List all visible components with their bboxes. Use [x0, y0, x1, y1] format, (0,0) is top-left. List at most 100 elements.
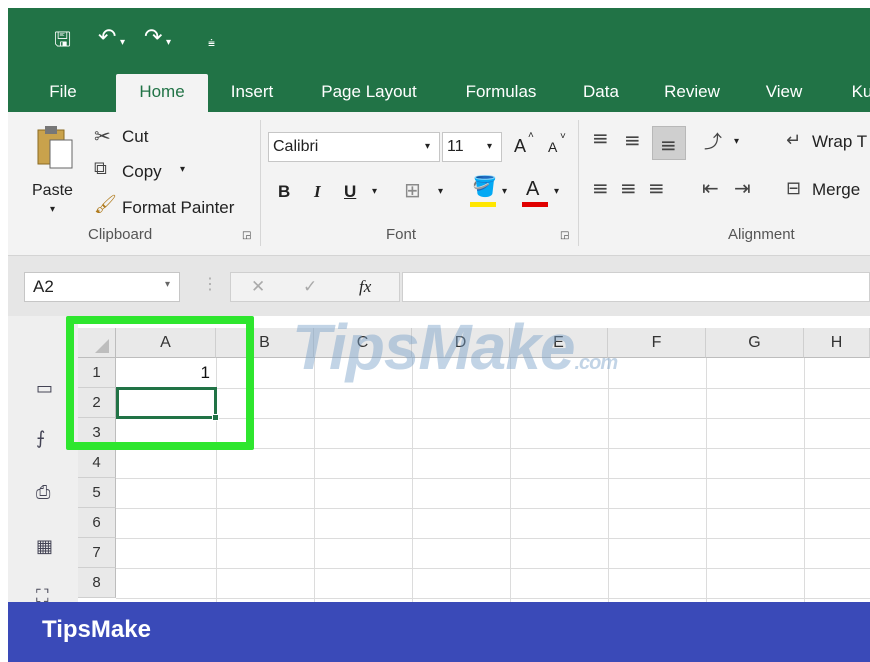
paste-dropdown-icon: ▾ [50, 204, 56, 215]
tab-page-layout[interactable]: Page Layout [308, 72, 430, 112]
font-name-combo[interactable]: Calibri ▾ [268, 132, 440, 162]
align-left-icon[interactable]: ≡ [592, 176, 609, 200]
customize-quick-access-icon[interactable]: ⩧ [208, 32, 215, 54]
tab-ku[interactable]: Ku [842, 72, 870, 112]
formula-bar-grip: ⋮ [202, 276, 218, 293]
shrink-font-button[interactable]: A [548, 139, 557, 155]
borders-icon[interactable]: ⊞ [404, 178, 421, 202]
font-name-value: Calibri [273, 138, 319, 155]
ribbon-separator [260, 120, 261, 246]
footer-brand: TipsMake [42, 616, 151, 643]
cut-button[interactable]: Cut [122, 127, 148, 147]
wrap-text-button[interactable]: Wrap T [812, 132, 867, 152]
orientation-dropdown-icon[interactable]: ▾ [734, 136, 739, 147]
clipboard-launcher-icon[interactable]: ◲ [242, 230, 251, 241]
watermark: TipsMake.com [292, 310, 618, 384]
decrease-indent-icon[interactable]: ⇤ [702, 176, 719, 200]
tab-review[interactable]: Review [656, 72, 728, 112]
fill-color-dropdown-icon[interactable]: ▾ [502, 186, 507, 197]
tab-insert[interactable]: Insert [222, 72, 282, 112]
insert-function-button[interactable]: fx [359, 277, 371, 297]
format-painter-button[interactable]: Format Painter [122, 198, 234, 218]
copy-dropdown-icon[interactable]: ▾ [180, 164, 185, 175]
row-header-4[interactable]: 4 [78, 448, 116, 478]
column-header-f[interactable]: F [608, 328, 706, 358]
grid-tool-icon[interactable]: ▦ [36, 536, 53, 557]
grid-line [608, 358, 609, 602]
grid-line [116, 478, 870, 479]
bold-button[interactable]: B [278, 182, 290, 202]
italic-button[interactable]: I [314, 182, 321, 202]
ribbon: Paste ▾ ✂ Cut ⧉ Copy ▾ 🖌 Format Painter … [8, 112, 870, 256]
grow-font-caret: ˄ [528, 130, 534, 141]
align-center-icon[interactable]: ≡ [620, 176, 637, 200]
font-color-button[interactable]: A [526, 178, 539, 201]
font-group-label: Font [386, 226, 417, 243]
font-launcher-icon[interactable]: ◲ [560, 230, 569, 241]
row-header-5[interactable]: 5 [78, 478, 116, 508]
redo-icon[interactable]: ↷ [144, 27, 162, 49]
fill-color-bar [470, 202, 496, 207]
font-color-dropdown-icon[interactable]: ▾ [554, 186, 559, 197]
tab-formulas[interactable]: Formulas [456, 72, 546, 112]
ribbon-tabs: File Home Insert Page Layout Formulas Da… [8, 72, 870, 112]
borders-dropdown-icon[interactable]: ▾ [438, 186, 443, 197]
function-tool-icon[interactable]: ⨍ [36, 428, 45, 449]
watermark-text: TipsMake [292, 311, 575, 383]
name-box[interactable]: A2 ▾ [24, 272, 180, 302]
formula-bar: A2 ▾ ⋮ ✕ ✓ fx [8, 256, 870, 316]
formula-buttons: ✕ ✓ fx [230, 272, 400, 302]
grid-line [116, 598, 870, 599]
tab-home[interactable]: Home [116, 74, 208, 112]
tab-file[interactable]: File [36, 72, 90, 112]
merge-button[interactable]: Merge [812, 180, 860, 200]
copy-icon: ⧉ [94, 158, 107, 179]
underline-dropdown-icon[interactable]: ▾ [372, 186, 377, 197]
increase-indent-icon[interactable]: ⇥ [734, 176, 751, 200]
grid-line [116, 568, 870, 569]
print-tool-icon[interactable]: ⎙ [36, 482, 50, 503]
row-header-8[interactable]: 8 [78, 568, 116, 598]
formula-input[interactable] [402, 272, 870, 302]
grid-line [804, 358, 805, 602]
excel-window: 🖫 ↶ ▾ ↷ ▾ ⩧ File Home Insert Page Layout… [8, 8, 870, 662]
row-header-7[interactable]: 7 [78, 538, 116, 568]
ribbon-separator [578, 120, 579, 246]
worksheet-grid: ▭ ⨍ ⎙ ▦ ⛶ A B C D E F G H 1 2 3 4 5 6 7 … [8, 311, 870, 607]
font-size-value: 11 [447, 138, 464, 155]
shrink-font-caret: ˅ [560, 131, 566, 142]
copy-button[interactable]: Copy [122, 162, 162, 182]
tab-view[interactable]: View [758, 72, 810, 112]
clipboard-group-label: Clipboard [88, 226, 153, 243]
table-tool-icon[interactable]: ▭ [36, 378, 53, 399]
undo-dropdown-icon[interactable]: ▾ [120, 32, 125, 54]
wrap-text-icon: ↵ [786, 130, 802, 151]
paste-label: Paste [32, 182, 73, 199]
grid-line [116, 508, 870, 509]
align-top-icon[interactable]: ≡ [592, 126, 609, 150]
footer-banner: TipsMake [8, 602, 870, 662]
name-box-value: A2 [33, 277, 54, 296]
alignment-group-label: Alignment [728, 226, 795, 243]
column-header-h[interactable]: H [804, 328, 870, 358]
align-middle-icon[interactable]: ≡ [624, 128, 641, 152]
enter-formula-button[interactable]: ✓ [303, 277, 317, 297]
save-icon[interactable]: 🖫 [54, 28, 71, 50]
redo-dropdown-icon[interactable]: ▾ [166, 32, 171, 54]
grow-font-button[interactable]: A [514, 136, 526, 157]
cancel-formula-button[interactable]: ✕ [251, 277, 265, 297]
fill-color-icon[interactable]: 🪣 [472, 174, 497, 198]
font-name-dropdown-icon: ▾ [425, 141, 431, 152]
underline-button[interactable]: U [344, 182, 356, 202]
tab-data[interactable]: Data [576, 72, 626, 112]
column-header-g[interactable]: G [706, 328, 804, 358]
font-size-combo[interactable]: 11 ▾ [442, 132, 502, 162]
grid-line [314, 358, 315, 602]
row-header-6[interactable]: 6 [78, 508, 116, 538]
align-bottom-button[interactable]: ≡ [652, 126, 686, 160]
align-right-icon[interactable]: ≡ [648, 176, 665, 200]
undo-icon[interactable]: ↶ [98, 27, 116, 49]
paste-button[interactable]: Paste ▾ [30, 122, 80, 222]
orientation-icon[interactable]: ⤴ [704, 128, 722, 154]
grid-line [116, 538, 870, 539]
